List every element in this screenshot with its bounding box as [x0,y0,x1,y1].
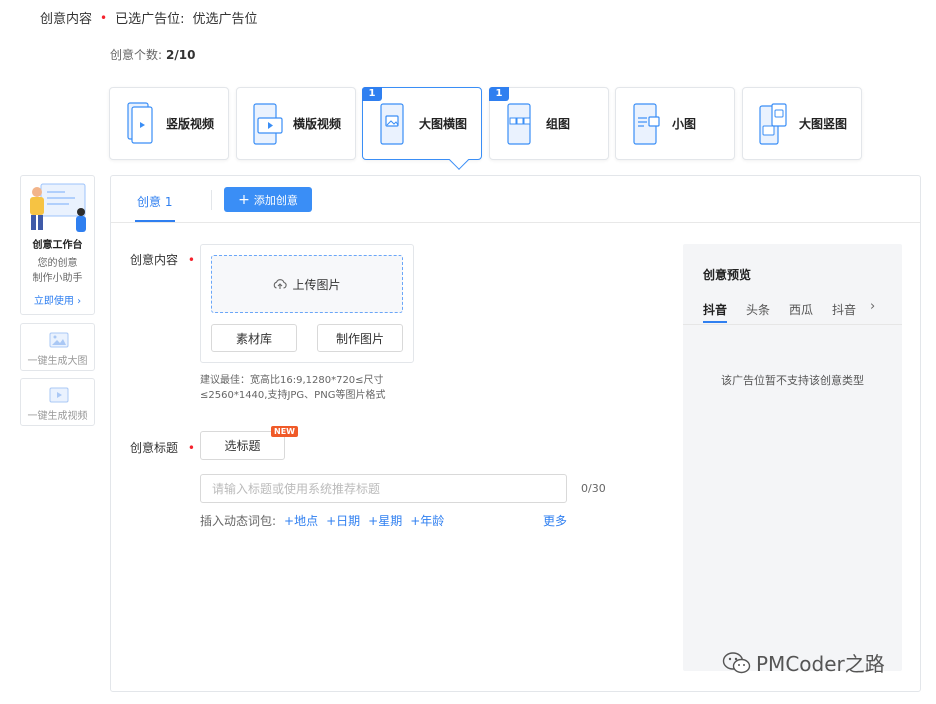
material-library-button[interactable]: 素材库 [211,324,297,352]
type-card-horizontal-video[interactable]: 横版视频 [236,87,356,160]
required-mark: • [100,10,108,25]
type-card-large-horizontal-image[interactable]: 1 大图横图 [362,87,482,160]
title-label-text: 创意标题 [130,441,179,455]
preview-active-tab-indicator [703,321,727,323]
dynamic-words-row: 插入动态词包: +地点 +日期 +星期 +年龄 [200,512,444,529]
type-card-small-image[interactable]: 小图 [615,87,735,160]
upload-image-label: 上传图片 [292,277,341,292]
tab-creative-1[interactable]: 创意 1 [137,193,172,210]
preview-tabs-divider [683,324,902,325]
tab-divider [211,190,212,210]
image-spec-hint: 建议最佳：宽高比16:9,1280*720≤尺寸≤2560*1440,支持JPG… [200,375,386,401]
title-input[interactable] [200,474,567,503]
large-vertical-image-icon [759,102,787,145]
image-icon [49,332,69,348]
creative-tab-bar: 创意 1 + 添加创意 [111,176,920,223]
wechat-icon [722,651,751,673]
creative-preview-panel: 创意预览 抖音 头条 西瓜 抖音 › 该广告位暂不支持该创意类型 [683,244,902,671]
generate-large-image-button[interactable]: 一键生成大图 [20,323,95,371]
make-image-button[interactable]: 制作图片 [317,324,403,352]
more-dynamic-words-link[interactable]: 更多 [543,512,567,529]
creative-content-title: 创意内容 [40,12,93,27]
preview-tab-xigua[interactable]: 西瓜 [789,301,813,323]
content-row-label: 创意内容 • [130,251,195,268]
plus-icon: + [238,191,250,208]
title-row-label: 创意标题 • [130,439,195,456]
creative-count-label: 创意个数: [110,48,163,62]
preview-title: 创意预览 [703,268,752,282]
chevron-right-icon[interactable]: › [870,299,875,314]
type-card-large-vertical-image[interactable]: 大图竖图 [742,87,862,160]
dynamic-word-location[interactable]: +地点 [284,512,318,529]
creative-content-header: 创意内容 • 已选广告位: 优选广告位 [40,8,258,28]
type-card-image-group[interactable]: 1 组图 [489,87,609,160]
type-card-label: 竖版视频 [166,117,215,131]
creative-count: 创意个数: 2/10 [110,46,195,63]
use-now-link[interactable]: 立即使用 › [21,292,94,307]
required-mark: • [187,441,195,455]
new-badge: NEW [271,426,298,437]
selected-ad-slot-label: 已选广告位: [115,12,185,27]
upload-image-dropzone[interactable]: 上传图片 [211,255,403,313]
preview-tab-toutiao[interactable]: 头条 [746,301,770,323]
type-card-label: 大图竖图 [799,117,848,131]
workbench-illustration-icon [30,183,86,232]
watermark: PMCoder之路 [722,648,885,677]
creative-editor-panel: 创意 1 + 添加创意 创意内容 • 上传图片 素材库 制作图片 建议最佳：宽高… [110,175,921,692]
type-card-label: 横版视频 [293,117,342,131]
workbench-line1: 您的创意 [37,258,78,269]
content-label-text: 创意内容 [130,253,179,267]
watermark-text: PMCoder之路 [756,652,885,676]
cloud-upload-icon [274,279,288,289]
preview-tab-douyin-2[interactable]: 抖音 [832,301,856,323]
title-char-counter: 0/30 [581,482,606,495]
generate-large-image-label: 一键生成大图 [27,356,88,367]
image-upload-box: 上传图片 素材库 制作图片 [200,244,414,363]
creative-count-value: 2/10 [166,48,196,62]
image-group-icon [507,102,531,145]
workbench-title: 创意工作台 [32,240,83,251]
creative-workbench-card[interactable]: 创意工作台 您的创意 制作小助手 立即使用 › [20,175,95,315]
video-icon [49,387,69,403]
selected-count-badge: 1 [362,87,382,101]
preview-tab-douyin[interactable]: 抖音 [703,301,727,323]
generate-video-label: 一键生成视频 [27,411,88,422]
large-horizontal-image-icon [380,102,404,145]
dynamic-word-weekday[interactable]: +星期 [368,512,402,529]
add-creative-button[interactable]: + 添加创意 [224,187,312,212]
generate-video-button[interactable]: 一键生成视频 [20,378,95,426]
type-card-label: 小图 [672,117,697,131]
selected-ad-slot-value: 优选广告位 [192,12,258,27]
workbench-line2: 制作小助手 [32,273,83,284]
type-card-vertical-video[interactable]: 竖版视频 [109,87,229,160]
horizontal-video-icon [253,102,283,145]
add-creative-label: 添加创意 [253,193,298,207]
type-card-label: 组图 [546,117,571,131]
dynamic-word-age[interactable]: +年龄 [410,512,444,529]
vertical-video-icon [127,101,153,144]
dynamic-word-date[interactable]: +日期 [326,512,360,529]
active-tab-indicator [135,220,175,222]
required-mark: • [187,253,195,267]
preview-platform-tabs: 抖音 头条 西瓜 抖音 [703,301,886,323]
dynamic-words-label: 插入动态词包: [200,514,277,528]
small-image-icon [633,102,660,145]
type-card-label: 大图横图 [419,117,468,131]
preview-unsupported-message: 该广告位暂不支持该创意类型 [721,374,864,387]
selected-count-badge: 1 [489,87,509,101]
